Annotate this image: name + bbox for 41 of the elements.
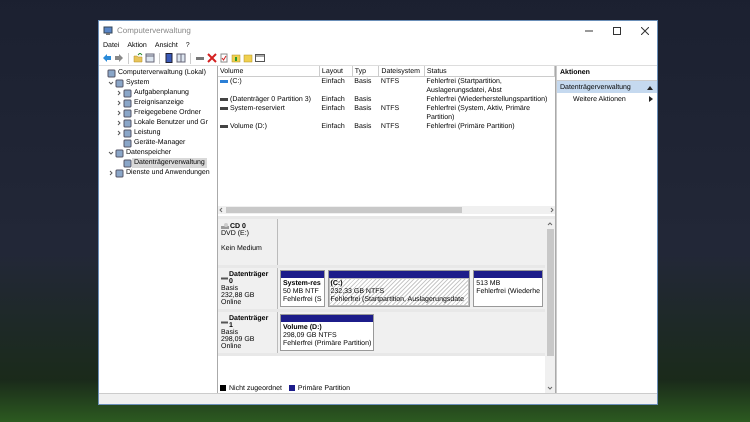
delete-icon[interactable] (207, 53, 217, 63)
chevron-right-icon[interactable] (116, 130, 122, 136)
panel-icon[interactable] (176, 53, 186, 63)
vertical-scrollbar[interactable] (545, 219, 555, 393)
folder-icon[interactable] (133, 53, 143, 63)
chevron-right-icon[interactable] (116, 90, 122, 96)
window-title: Computerverwaltung (117, 26, 192, 35)
scroll-right-icon[interactable] (549, 207, 555, 213)
document-icon[interactable] (219, 53, 229, 63)
chevron-right-icon[interactable] (108, 170, 114, 176)
tree-node-icon (115, 168, 124, 178)
tree-node-icon (123, 118, 132, 128)
forward-arrow-icon[interactable] (114, 53, 124, 63)
submenu-arrow-icon (649, 96, 653, 102)
chevron-down-icon[interactable] (108, 80, 114, 86)
book-icon[interactable] (164, 53, 174, 63)
chevron-right-icon[interactable] (116, 100, 122, 106)
tree-node-icon (123, 158, 132, 168)
tree-node-icon (123, 88, 132, 98)
chevron-right-icon[interactable] (116, 120, 122, 126)
disc-drive-icon (221, 222, 229, 230)
chevron-right-icon[interactable] (116, 110, 122, 116)
folder-icon[interactable] (231, 53, 241, 63)
horizontal-scrollbar[interactable] (218, 206, 555, 214)
back-arrow-icon[interactable] (102, 53, 112, 63)
panel-icon[interactable] (145, 53, 155, 63)
collapse-triangle-icon[interactable] (647, 84, 653, 90)
tree-node-icon (123, 128, 132, 138)
tree-node-icon (115, 148, 124, 158)
close-icon (641, 26, 649, 34)
tree-node-icon (123, 98, 132, 108)
tree-node-icon (123, 108, 132, 118)
chevron-down-icon[interactable] (108, 150, 114, 156)
maximize-icon (613, 26, 621, 34)
scroll-down-icon[interactable] (547, 386, 553, 391)
window-icon[interactable] (255, 53, 265, 63)
tree-node-icon (115, 78, 124, 88)
scroll-left-icon[interactable] (218, 207, 224, 213)
tree-node-icon (123, 138, 132, 148)
tree-node-icon (107, 68, 116, 78)
scroll-up-icon[interactable] (547, 221, 553, 226)
